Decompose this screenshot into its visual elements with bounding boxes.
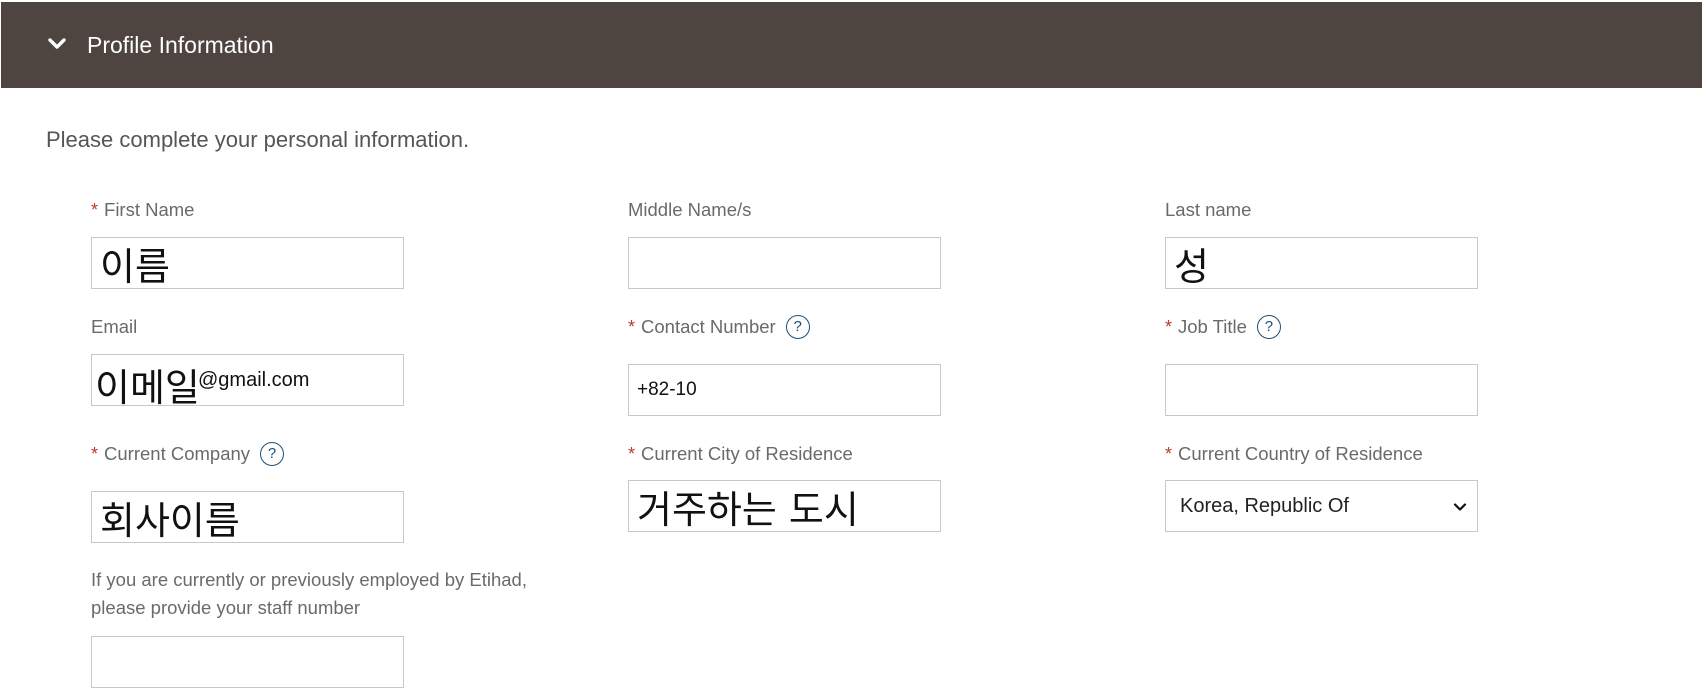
staff-number-field[interactable]: [91, 636, 404, 688]
required-marker: *: [1165, 316, 1173, 337]
middle-name-field[interactable]: [628, 237, 941, 289]
current-company-input[interactable]: [92, 492, 403, 542]
chevron-down-icon[interactable]: [47, 34, 67, 54]
email-value-domain: @gmail.com: [198, 369, 310, 391]
email-value-korean: 이메일: [95, 366, 200, 406]
email-label: Email: [91, 314, 137, 340]
contact-number-input[interactable]: [629, 365, 940, 415]
first-name-label: * First Name: [91, 197, 194, 223]
email-field[interactable]: 이메일 @gmail.com: [91, 354, 404, 406]
required-marker: *: [628, 443, 636, 464]
staff-number-input[interactable]: [92, 637, 403, 687]
contact-number-field[interactable]: [628, 364, 941, 416]
staff-number-label-line2: please provide your staff number: [91, 597, 361, 618]
current-company-field[interactable]: [91, 491, 404, 543]
question-circle-icon[interactable]: ?: [260, 442, 285, 466]
email-label-text: Email: [91, 316, 138, 337]
required-marker: *: [91, 199, 99, 220]
current-city-field[interactable]: [628, 480, 941, 532]
question-circle-icon[interactable]: ?: [1256, 315, 1281, 339]
section-header[interactable]: Profile Information: [1, 2, 1702, 88]
current-company-label-text: Current Company: [104, 443, 251, 464]
current-country-label: * Current Country of Residence: [1165, 441, 1423, 467]
staff-number-label: If you are currently or previously emplo…: [91, 566, 591, 622]
last-name-label-text: Last name: [1165, 199, 1252, 220]
last-name-input[interactable]: [1166, 238, 1477, 288]
required-marker: *: [91, 443, 99, 464]
current-company-label: * Current Company ?: [91, 441, 285, 467]
current-city-input[interactable]: [629, 481, 940, 531]
middle-name-label: Middle Name/s: [628, 197, 751, 223]
current-city-label: * Current City of Residence: [628, 441, 853, 467]
question-circle-icon[interactable]: ?: [785, 315, 810, 339]
job-title-label-text: Job Title: [1178, 316, 1247, 337]
middle-name-input[interactable]: [629, 238, 940, 288]
last-name-label: Last name: [1165, 197, 1251, 223]
chevron-down-icon: [1453, 503, 1467, 511]
staff-number-label-line1: If you are currently or previously emplo…: [91, 569, 527, 590]
job-title-field[interactable]: [1165, 364, 1478, 416]
contact-number-label-text: Contact Number: [641, 316, 776, 337]
intro-text: Please complete your personal informatio…: [46, 127, 470, 152]
current-country-select[interactable]: Korea, Republic Of: [1165, 480, 1478, 532]
current-city-label-text: Current City of Residence: [641, 443, 853, 464]
middle-name-label-text: Middle Name/s: [628, 199, 752, 220]
first-name-label-text: First Name: [104, 199, 195, 220]
first-name-input[interactable]: [92, 238, 403, 288]
current-country-selected: Korea, Republic Of: [1180, 495, 1349, 517]
last-name-field[interactable]: [1165, 237, 1478, 289]
section-title: Profile Information: [87, 32, 274, 58]
current-country-label-text: Current Country of Residence: [1178, 443, 1423, 464]
required-marker: *: [1165, 443, 1173, 464]
first-name-field[interactable]: [91, 237, 404, 289]
job-title-input[interactable]: [1166, 365, 1477, 415]
contact-number-label: * Contact Number ?: [628, 314, 810, 340]
job-title-label: * Job Title ?: [1165, 314, 1281, 340]
required-marker: *: [628, 316, 636, 337]
